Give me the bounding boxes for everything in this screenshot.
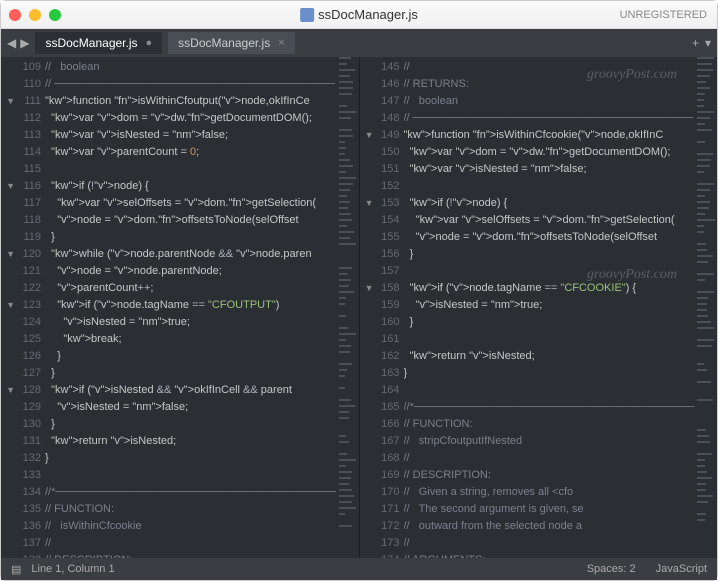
syntax-setting[interactable]: JavaScript bbox=[656, 563, 707, 575]
tab-label: ssDocManager.js bbox=[178, 36, 270, 50]
tab-bar: ◀ ▶ ssDocManager.js ● ssDocManager.js × … bbox=[1, 29, 717, 57]
traffic-lights bbox=[9, 9, 61, 21]
title-text: ssDocManager.js bbox=[318, 7, 418, 22]
editor-area: 109110▼111112113114115▼116117118119▼1201… bbox=[1, 57, 717, 558]
line-gutter[interactable]: 109110▼111112113114115▼116117118119▼1201… bbox=[1, 57, 45, 558]
line-gutter[interactable]: 145146147148▼149150151152▼15315415515615… bbox=[360, 57, 404, 558]
editor-window: ssDocManager.js UNREGISTERED ◀ ▶ ssDocMa… bbox=[0, 0, 718, 581]
code-area[interactable]: //// RETURNS:// boolean// ──────────────… bbox=[404, 57, 698, 558]
registration-status: UNREGISTERED bbox=[620, 9, 707, 21]
right-pane: groovyPost.com groovyPost.com 1451461471… bbox=[359, 57, 718, 558]
code-area[interactable]: // boolean// ───────────────────────────… bbox=[45, 57, 339, 558]
window-title: ssDocManager.js bbox=[300, 7, 418, 22]
nav-back-icon[interactable]: ◀ bbox=[7, 36, 16, 50]
cursor-position[interactable]: Line 1, Column 1 bbox=[31, 563, 114, 575]
zoom-window-icon[interactable] bbox=[49, 9, 61, 21]
close-tab-icon[interactable]: × bbox=[278, 37, 284, 49]
minimap[interactable] bbox=[697, 57, 717, 558]
titlebar: ssDocManager.js UNREGISTERED bbox=[1, 1, 717, 29]
minimize-window-icon[interactable] bbox=[29, 9, 41, 21]
tab-2[interactable]: ssDocManager.js × bbox=[168, 32, 294, 54]
nav-arrows: ◀ ▶ bbox=[7, 36, 29, 50]
file-icon bbox=[300, 8, 314, 22]
tab-label: ssDocManager.js bbox=[45, 36, 137, 50]
minimap[interactable] bbox=[339, 57, 359, 558]
new-tab-icon[interactable]: + bbox=[692, 36, 699, 50]
left-pane: 109110▼111112113114115▼116117118119▼1201… bbox=[1, 57, 359, 558]
tab-1[interactable]: ssDocManager.js ● bbox=[35, 32, 162, 54]
indent-setting[interactable]: Spaces: 2 bbox=[587, 563, 636, 575]
menu-icon[interactable]: ▤ bbox=[11, 563, 21, 576]
tab-dirty-icon[interactable]: ● bbox=[146, 37, 153, 49]
status-bar: ▤ Line 1, Column 1 Spaces: 2 JavaScript bbox=[1, 558, 717, 580]
nav-forward-icon[interactable]: ▶ bbox=[20, 36, 29, 50]
tab-menu-icon[interactable]: ▾ bbox=[705, 36, 711, 50]
close-window-icon[interactable] bbox=[9, 9, 21, 21]
